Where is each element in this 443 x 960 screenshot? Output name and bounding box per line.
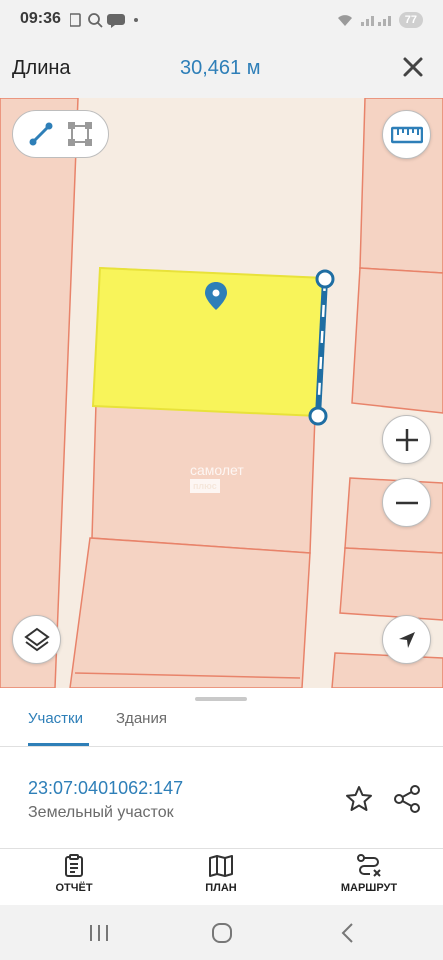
wifi-icon xyxy=(337,15,352,26)
report-button[interactable]: ОТЧЁТ xyxy=(24,854,124,902)
recent-apps-icon[interactable] xyxy=(88,923,110,943)
plan-label: ПЛАН xyxy=(205,882,237,894)
ruler-button[interactable] xyxy=(382,110,431,159)
system-icons: 77 xyxy=(337,10,423,30)
route-label: МАРШРУТ xyxy=(340,882,398,894)
parcel-left[interactable] xyxy=(0,98,79,688)
layers-icon xyxy=(23,627,50,651)
layers-button[interactable] xyxy=(12,615,61,664)
parcel-right-2[interactable] xyxy=(351,267,443,414)
battery-indicator: 77 xyxy=(398,12,423,28)
line-measure-icon[interactable] xyxy=(26,119,56,149)
locate-arrow-icon xyxy=(398,631,415,648)
tab-buildings[interactable]: Здания xyxy=(116,710,167,727)
map-watermark: самолет плюс xyxy=(190,463,244,493)
route-icon xyxy=(357,854,381,877)
parcel-bottom[interactable] xyxy=(69,537,311,688)
report-label: ОТЧЁТ xyxy=(55,882,93,894)
signal-icon xyxy=(360,16,391,26)
ruler-icon xyxy=(390,126,423,143)
tab-parcels[interactable]: Участки xyxy=(28,710,83,727)
parcel-type: Земельный участок xyxy=(28,804,174,821)
back-icon[interactable] xyxy=(338,922,358,944)
parcel-cadastral-number[interactable]: 23:07:0401062:147 xyxy=(28,778,183,799)
measure-label: Длина xyxy=(12,57,71,79)
watermark-line1: самолет xyxy=(190,462,244,478)
actions-divider xyxy=(0,848,443,849)
measure-value: 30,461 м xyxy=(180,57,261,79)
star-icon[interactable] xyxy=(344,784,374,814)
share-icon[interactable] xyxy=(392,784,422,814)
map-plan-icon xyxy=(209,855,233,877)
parcel-right-4[interactable] xyxy=(339,547,443,621)
plan-button[interactable]: ПЛАН xyxy=(171,854,271,902)
map-canvas[interactable] xyxy=(0,98,443,688)
notification-icons xyxy=(70,13,138,28)
measure-end-handle[interactable] xyxy=(308,406,328,426)
zoom-in-button[interactable] xyxy=(382,415,431,464)
status-bar: 09:36 77 xyxy=(0,0,443,40)
measure-header: Длина 30,461 м xyxy=(0,40,443,98)
zoom-out-button[interactable] xyxy=(382,478,431,527)
watermark-line2: плюс xyxy=(190,479,220,493)
map-view[interactable]: самолет плюс xyxy=(0,98,443,688)
report-icon xyxy=(65,854,83,877)
home-icon[interactable] xyxy=(211,922,233,944)
area-measure-icon[interactable] xyxy=(65,119,95,149)
bottom-sheet: Участки Здания 23:07:0401062:147 Земельн… xyxy=(0,688,443,905)
sheet-grabber[interactable] xyxy=(195,697,247,701)
zoom-in-icon xyxy=(395,428,418,451)
route-button[interactable]: МАРШРУТ xyxy=(319,854,419,902)
measure-start-handle[interactable] xyxy=(315,269,335,289)
system-nav-bar xyxy=(0,905,443,960)
zoom-out-icon xyxy=(395,501,418,504)
measure-mode-toggle[interactable] xyxy=(12,110,109,158)
locate-button[interactable] xyxy=(382,615,431,664)
tabs-divider xyxy=(0,746,443,747)
close-icon[interactable] xyxy=(399,53,427,81)
parcel-right-5[interactable] xyxy=(331,652,443,688)
status-time: 09:36 xyxy=(20,10,61,27)
